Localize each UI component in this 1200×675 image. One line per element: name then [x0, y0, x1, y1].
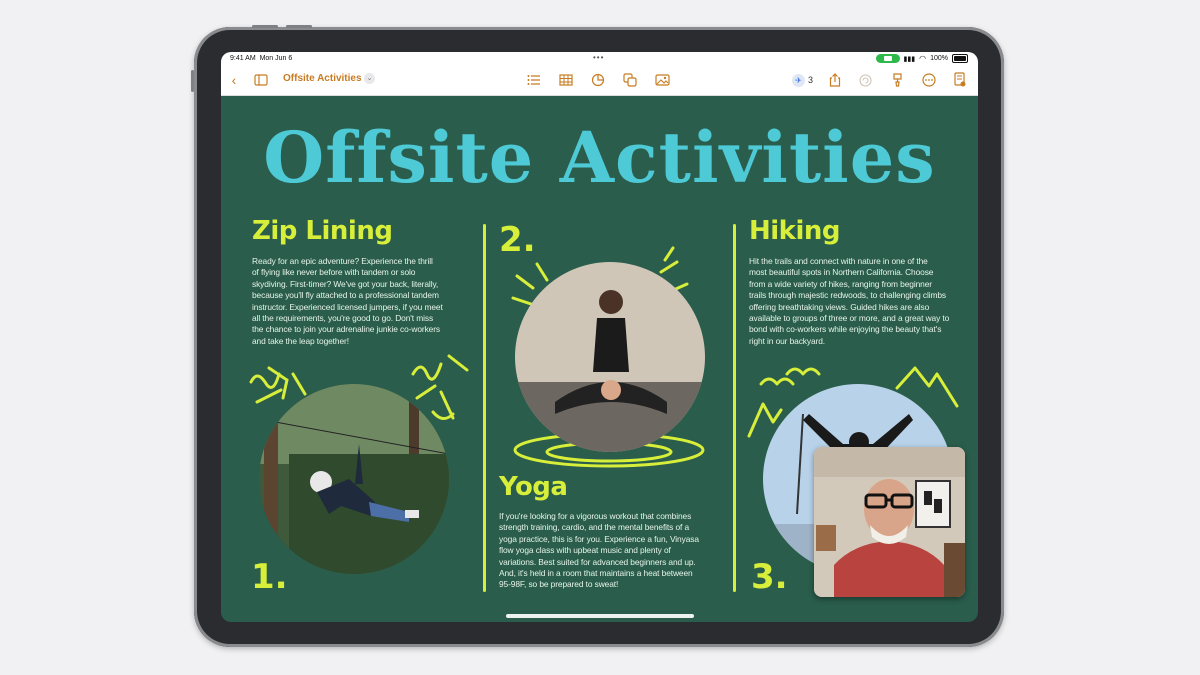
page-title[interactable]: Offsite Activities — [221, 116, 978, 199]
section-body-hiking[interactable]: Hit the trails and connect with nature i… — [749, 256, 974, 347]
column-divider — [733, 224, 736, 592]
facetime-indicator-icon[interactable] — [875, 54, 900, 63]
title-menu-chevron-icon[interactable]: ⌄ — [364, 73, 375, 84]
section-heading-hiking[interactable]: Hiking — [749, 216, 841, 246]
person-video-icon — [814, 447, 965, 597]
sidebar-toggle-icon[interactable] — [253, 72, 269, 88]
facetime-video-tile[interactable] — [814, 447, 965, 597]
screen: 9:41 AM Mon Jun 6 ••• ▮▮▮ ◠ 100% ‹ Offsi… — [221, 52, 978, 622]
section-number-3: 3. — [751, 557, 788, 597]
volume-button — [191, 70, 194, 92]
battery-percent: 100% — [930, 55, 948, 62]
zip-lining-photo[interactable] — [259, 384, 449, 574]
section-body-zip-lining[interactable]: Ready for an epic adventure? Experience … — [252, 256, 477, 347]
undo-icon[interactable] — [857, 72, 873, 88]
status-bar: 9:41 AM Mon Jun 6 ••• ▮▮▮ ◠ 100% — [221, 52, 978, 66]
back-chevron-icon[interactable]: ‹ — [227, 72, 241, 88]
status-right: ▮▮▮ ◠ 100% — [875, 54, 968, 63]
document-setup-icon[interactable] — [953, 72, 967, 88]
yoga-image-icon — [515, 262, 705, 452]
battery-icon — [952, 54, 968, 63]
chart-icon[interactable] — [589, 72, 607, 88]
more-options-icon[interactable] — [921, 72, 937, 88]
home-indicator[interactable] — [506, 614, 694, 618]
section-heading-yoga[interactable]: Yoga — [499, 472, 568, 502]
top-button-2 — [286, 25, 312, 28]
shapes-icon[interactable] — [621, 72, 639, 88]
media-icon[interactable] — [653, 72, 671, 88]
section-number-1: 1. — [251, 557, 288, 597]
section-body-yoga[interactable]: If you're looking for a vigorous workout… — [499, 511, 729, 591]
signal-icon: ▮▮▮ — [903, 55, 916, 63]
document-title[interactable]: Offsite Activities — [283, 73, 362, 84]
collaborators-count: 3 — [808, 75, 814, 85]
zipliner-image-icon — [259, 384, 449, 574]
table-icon[interactable] — [557, 72, 575, 88]
collaboration-icon: ✈ — [792, 73, 805, 87]
list-icon[interactable] — [525, 72, 543, 88]
status-time: 9:41 AM Mon Jun 6 — [230, 55, 293, 62]
column-divider — [483, 224, 486, 592]
multitasking-dots-icon[interactable]: ••• — [593, 53, 604, 62]
collaborators-button[interactable]: ✈ 3 — [792, 73, 813, 87]
share-icon[interactable] — [827, 72, 843, 88]
toolbar: ‹ Offsite Activities ⌄ ✈ 3 — [221, 66, 978, 96]
section-heading-zip-lining[interactable]: Zip Lining — [252, 216, 393, 246]
wifi-icon: ◠ — [919, 54, 927, 63]
section-number-2: 2. — [499, 220, 536, 260]
top-button — [252, 25, 278, 28]
format-brush-icon[interactable] — [889, 72, 905, 88]
yoga-photo[interactable] — [515, 262, 705, 452]
